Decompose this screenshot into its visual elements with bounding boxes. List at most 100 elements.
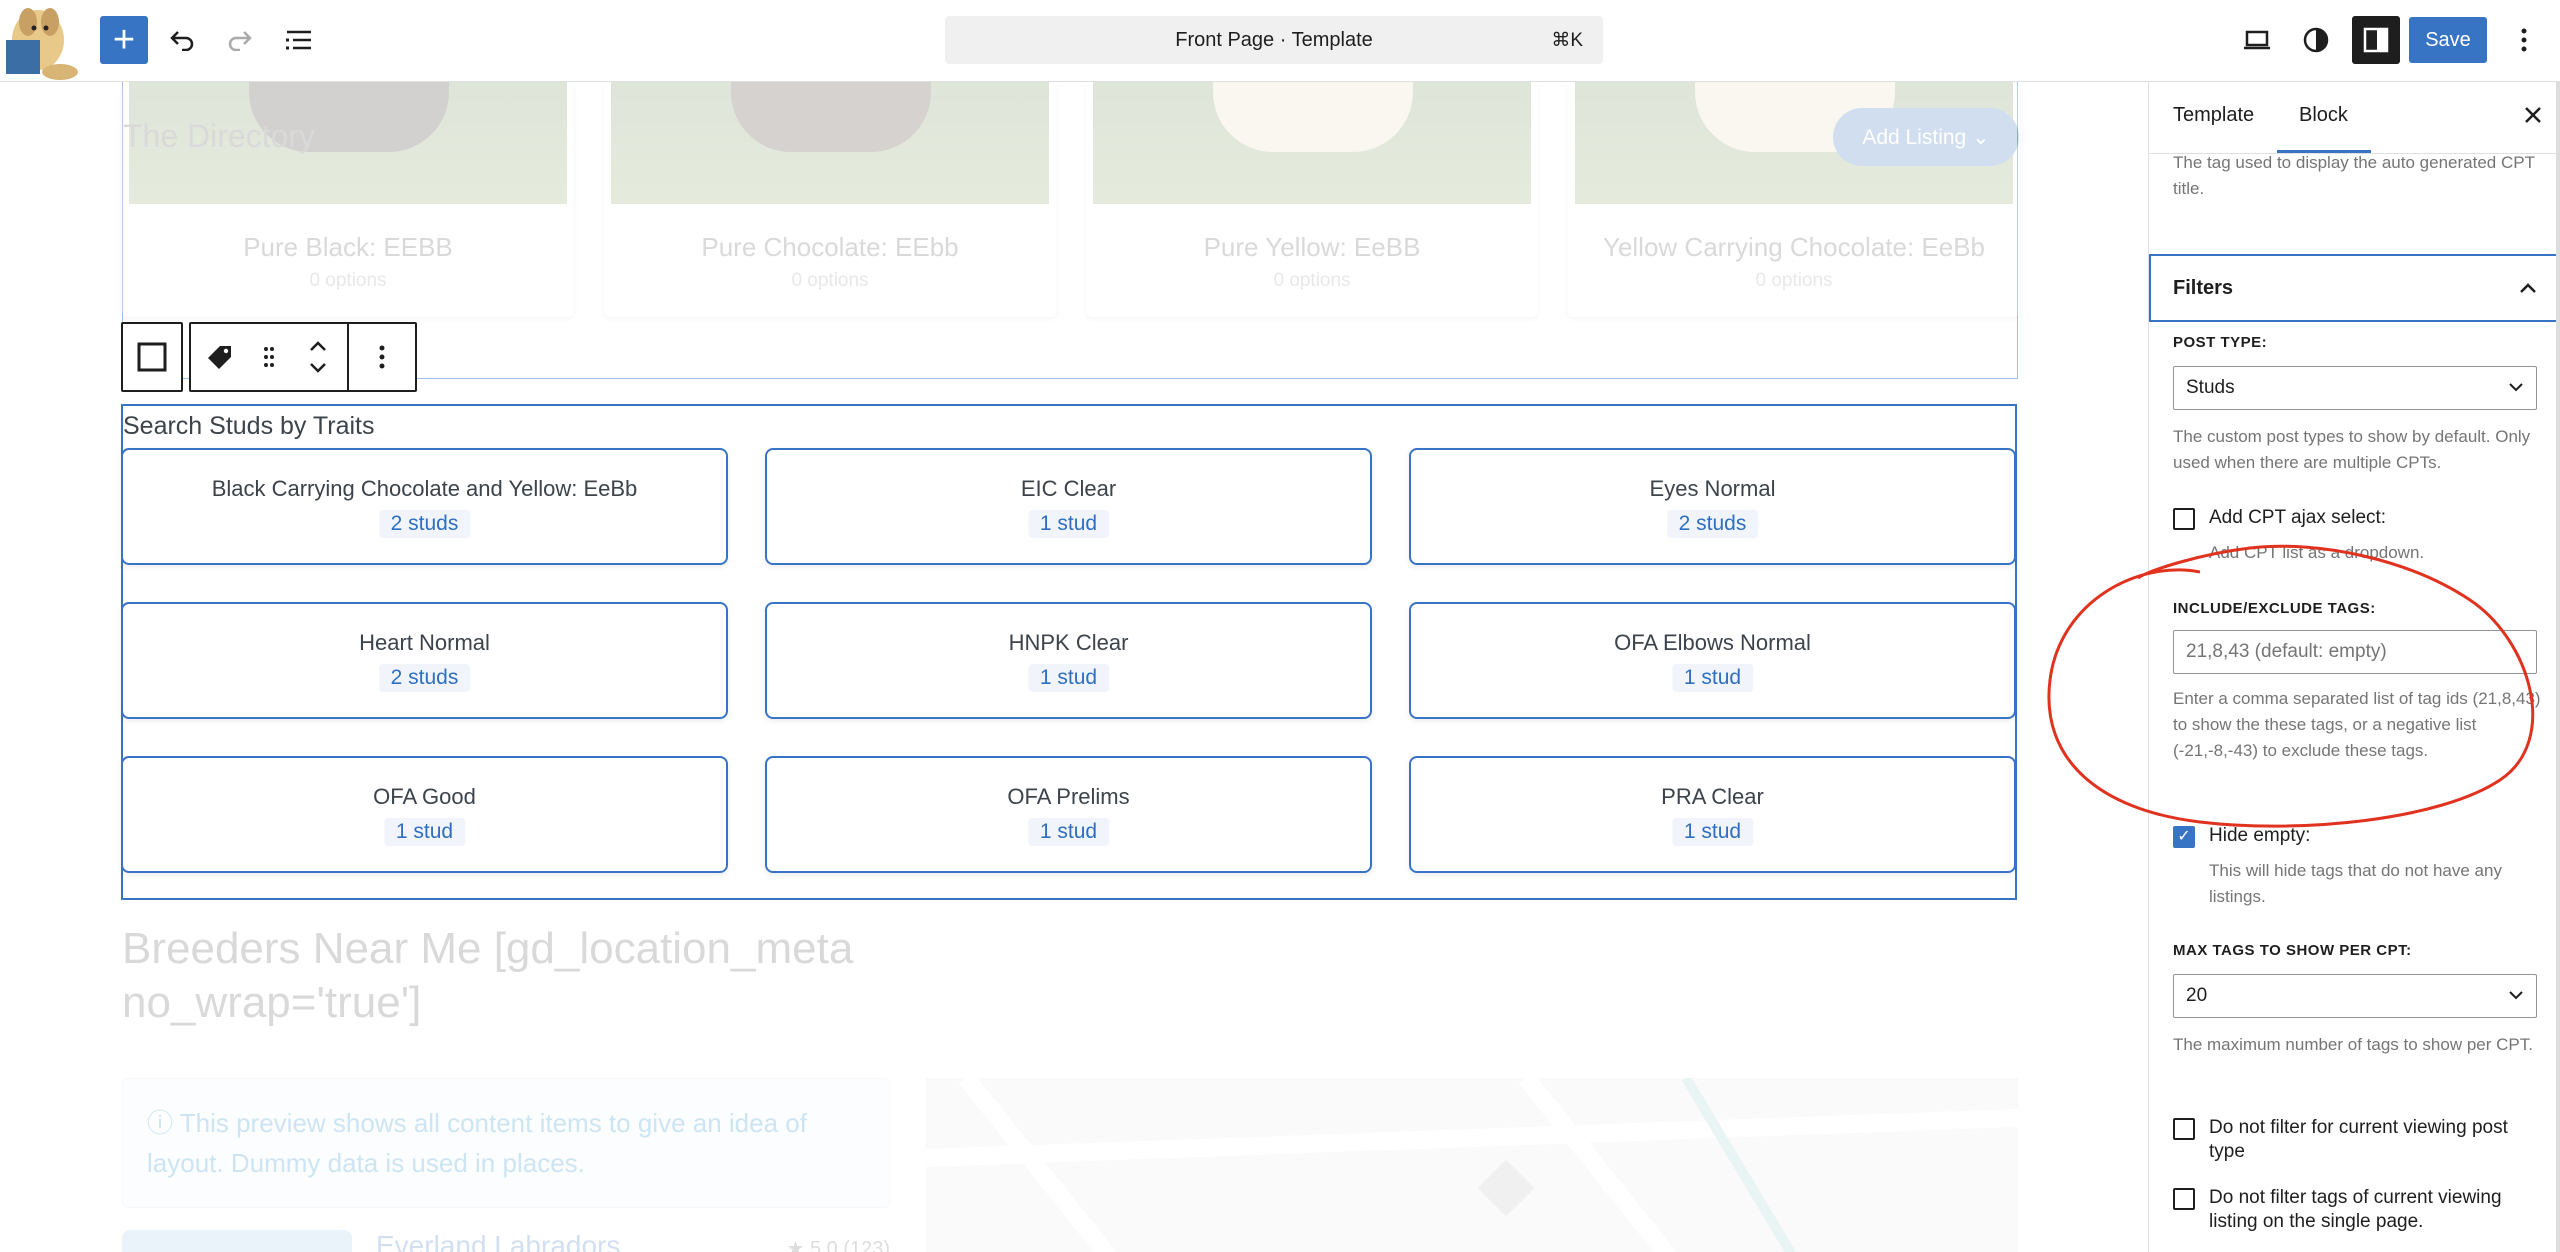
add-cpt-ajax-checkbox-row[interactable]: Add CPT ajax select: xyxy=(2173,506,2543,536)
tag-card[interactable]: OFA Elbows Normal 1 stud xyxy=(1409,602,2016,719)
dog-photo xyxy=(1093,82,1531,204)
option-card-sub: 0 options xyxy=(791,270,869,291)
settings-sidebar: Template Block The tag used to display t… xyxy=(2148,82,2560,1252)
tag-card[interactable]: HNPK Clear 1 stud xyxy=(765,602,1372,719)
tag-card[interactable]: OFA Prelims 1 stud xyxy=(765,756,1372,873)
add-cpt-ajax-checkbox[interactable] xyxy=(2173,508,2195,530)
max-tags-label: MAX TAGS TO SHOW PER CPT: xyxy=(2173,942,2412,959)
option-card[interactable]: Pure Chocolate: EEbb 0 options xyxy=(604,82,1056,317)
chevron-down-icon xyxy=(2508,987,2524,1005)
max-tags-select[interactable]: 20 xyxy=(2173,974,2537,1018)
tag-name: OFA Good xyxy=(373,784,476,809)
tag-count[interactable]: 1 stud xyxy=(1027,664,1110,692)
no-filter-post-type-checkbox[interactable] xyxy=(2173,1118,2195,1140)
breeders-heading[interactable]: Breeders Near Me [gd_location_meta no_wr… xyxy=(122,922,1042,1030)
post-type-help: The custom post types to show by default… xyxy=(2173,427,2531,472)
add-cpt-ajax-label[interactable]: Add CPT ajax select: xyxy=(2209,506,2543,530)
settings-sidebar-toggle-icon[interactable] xyxy=(2352,16,2400,64)
tag-name: HNPK Clear xyxy=(1008,630,1129,655)
option-card[interactable]: Pure Yellow: EeBB 0 options xyxy=(1086,82,1538,317)
tag-count[interactable]: 1 stud xyxy=(1671,664,1754,692)
title-tag-help: The tag used to display the auto generat… xyxy=(2173,153,2535,198)
post-type-value: Studs xyxy=(2186,377,2235,398)
no-filter-single-label[interactable]: Do not filter tags of current viewing li… xyxy=(2209,1186,2543,1234)
editor-canvas[interactable]: Pure Black: EEBB 0 options Pure Chocolat… xyxy=(0,82,2148,1252)
document-overview-list-icon[interactable] xyxy=(275,16,323,64)
post-type-label: POST TYPE: xyxy=(2173,334,2268,351)
editor-header: + Front Page · Template ⌘K Save xyxy=(0,0,2560,82)
listing-preview-row[interactable]: Everland Labradors ★ 5.0 (123) xyxy=(122,1230,890,1252)
close-sidebar-icon[interactable] xyxy=(2523,100,2543,132)
redo-icon[interactable] xyxy=(216,16,264,64)
tag-name: PRA Clear xyxy=(1661,784,1764,809)
option-card-title: Yellow Carrying Chocolate: EeBb xyxy=(1602,232,1986,262)
listing-name[interactable]: Everland Labradors xyxy=(376,1230,620,1252)
tag-count[interactable]: 2 studs xyxy=(378,510,471,538)
tag-card[interactable]: EIC Clear 1 stud xyxy=(765,448,1372,565)
tag-card[interactable]: Black Carrying Chocolate and Yellow: EeB… xyxy=(121,448,728,565)
styles-contrast-icon[interactable] xyxy=(2292,16,2340,64)
tag-card[interactable]: OFA Good 1 stud xyxy=(121,756,728,873)
cpt-tags-block[interactable]: Search Studs by Traits Black Carrying Ch… xyxy=(121,404,2017,900)
tab-block[interactable]: Block xyxy=(2299,104,2348,127)
hide-empty-label[interactable]: Hide empty: xyxy=(2209,824,2543,848)
tag-count[interactable]: 1 stud xyxy=(1027,510,1110,538)
add-listing-button[interactable]: Add Listing ⌄ xyxy=(1833,108,2019,166)
command-palette-title[interactable]: Front Page · Template ⌘K xyxy=(945,16,1603,64)
no-filter-post-type-row[interactable]: Do not filter for current viewing post t… xyxy=(2173,1116,2543,1170)
add-cpt-ajax-help: Add CPT list as a dropdown. xyxy=(2209,543,2425,562)
tag-name: Eyes Normal xyxy=(1649,476,1776,501)
option-card-title: Pure Yellow: EeBB xyxy=(1203,232,1421,262)
parent-selector-group xyxy=(121,322,183,392)
block-inserter-plus-icon[interactable]: + xyxy=(100,16,148,64)
no-filter-single-checkbox[interactable] xyxy=(2173,1188,2195,1210)
select-parent-square-icon[interactable] xyxy=(123,324,181,390)
option-card-title: Pure Black: EEBB xyxy=(243,232,453,262)
tag-block-icon[interactable] xyxy=(191,324,249,390)
options-vertical-dots-icon[interactable] xyxy=(2500,16,2548,64)
chevron-down-icon xyxy=(2508,379,2524,397)
include-exclude-tags-input[interactable]: 21,8,43 (default: empty) xyxy=(2173,630,2537,674)
tab-template[interactable]: Template xyxy=(2173,104,2254,127)
block-options-dots-icon[interactable] xyxy=(349,324,415,390)
dog-photo xyxy=(611,82,1049,204)
tag-count[interactable]: 1 stud xyxy=(1671,818,1754,846)
block-toolbar xyxy=(121,322,417,392)
tag-card[interactable]: Heart Normal 2 studs xyxy=(121,602,728,719)
tag-count[interactable]: 2 studs xyxy=(378,664,471,692)
tag-count[interactable]: 1 stud xyxy=(1027,818,1110,846)
hide-empty-checkbox-checked-icon[interactable]: ✓ xyxy=(2173,826,2195,848)
no-filter-post-type-label[interactable]: Do not filter for current viewing post t… xyxy=(2209,1116,2543,1164)
option-card-sub: 0 options xyxy=(1273,270,1351,291)
max-tags-help: The maximum number of tags to show per C… xyxy=(2173,1035,2533,1054)
save-button[interactable]: Save xyxy=(2409,17,2487,63)
map-preview[interactable] xyxy=(925,1072,2019,1252)
listing-thumbnail xyxy=(122,1230,352,1252)
block-controls-group xyxy=(189,322,417,392)
tag-count[interactable]: 2 studs xyxy=(1666,510,1759,538)
template-title: Front Page · Template xyxy=(1175,28,1373,51)
tag-count[interactable]: 1 stud xyxy=(383,818,466,846)
drag-handle-icon[interactable] xyxy=(249,324,289,390)
tags-heading: Search Studs by Traits xyxy=(123,412,375,440)
device-preview-laptop-icon[interactable] xyxy=(2233,16,2281,64)
tag-card[interactable]: PRA Clear 1 stud xyxy=(1409,756,2016,873)
tag-name: Black Carrying Chocolate and Yellow: EeB… xyxy=(211,476,638,501)
chevron-up-icon xyxy=(2519,277,2537,300)
option-card-sub: 0 options xyxy=(1755,270,1833,291)
site-logo-dog-icon[interactable] xyxy=(0,0,82,82)
filters-panel-title: Filters xyxy=(2173,276,2234,299)
hide-empty-help: This will hide tags that do not have any… xyxy=(2209,861,2502,906)
hide-empty-checkbox-row[interactable]: ✓ Hide empty: xyxy=(2173,824,2543,854)
filters-panel-toggle[interactable]: Filters xyxy=(2149,254,2560,322)
include-exclude-help: Enter a comma separated list of tag ids … xyxy=(2173,689,2541,760)
move-up-down-chevrons-icon[interactable] xyxy=(289,324,347,390)
post-type-select[interactable]: Studs xyxy=(2173,366,2537,410)
directory-logo-text: The Directory xyxy=(123,118,316,154)
tag-card[interactable]: Eyes Normal 2 studs xyxy=(1409,448,2016,565)
undo-icon[interactable] xyxy=(158,16,206,64)
no-filter-single-row[interactable]: Do not filter tags of current viewing li… xyxy=(2173,1186,2543,1240)
sidebar-scrollbar[interactable] xyxy=(2556,82,2560,1252)
tag-name: OFA Prelims xyxy=(1007,784,1130,809)
option-card-title: Pure Chocolate: EEbb xyxy=(701,232,959,262)
